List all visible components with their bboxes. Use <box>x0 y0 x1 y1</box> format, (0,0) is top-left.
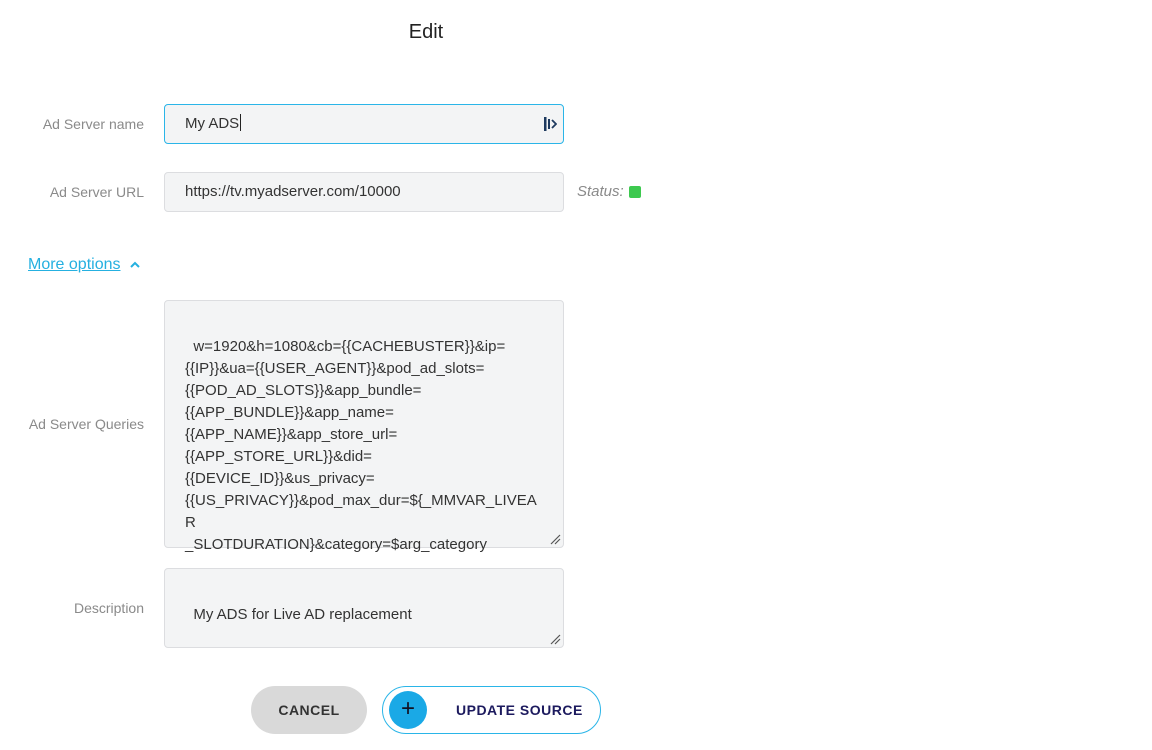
update-source-button[interactable]: + UPDATE SOURCE <box>382 686 601 734</box>
plus-icon: + <box>389 691 427 729</box>
ad-server-name-value: My ADS <box>185 115 240 132</box>
queries-label: Ad Server Queries <box>28 416 144 432</box>
cancel-button[interactable]: CANCEL <box>251 686 367 734</box>
text-caret <box>240 114 242 132</box>
ad-server-name-input[interactable]: My ADS <box>164 104 564 144</box>
ad-server-queries-textarea[interactable]: w=1920&h=1080&cb={{CACHEBUSTER}}&ip= {{I… <box>164 300 564 553</box>
resize-handle-icon[interactable] <box>549 633 561 645</box>
description-value: My ADS for Live AD replacement <box>193 606 412 623</box>
description-textarea[interactable]: My ADS for Live AD replacement <box>164 568 564 648</box>
ad-server-queries-value: w=1920&h=1080&cb={{CACHEBUSTER}}&ip= {{I… <box>185 338 537 553</box>
ad-server-url-input[interactable]: https://tv.myadserver.com/10000 <box>164 172 564 212</box>
status-indicator <box>629 186 641 198</box>
password-manager-icon[interactable] <box>543 116 557 132</box>
update-source-label: UPDATE SOURCE <box>456 702 583 718</box>
url-label: Ad Server URL <box>49 184 144 200</box>
ad-server-url-value: https://tv.myadserver.com/10000 <box>185 183 401 200</box>
resize-handle-icon[interactable] <box>549 533 561 545</box>
description-label: Description <box>73 600 144 616</box>
name-label: Ad Server name <box>42 116 144 132</box>
status-label: Status: <box>577 183 624 200</box>
page-title: Edit <box>408 21 444 43</box>
more-options-link[interactable]: More options <box>28 256 121 274</box>
chevron-up-icon[interactable] <box>129 260 141 270</box>
